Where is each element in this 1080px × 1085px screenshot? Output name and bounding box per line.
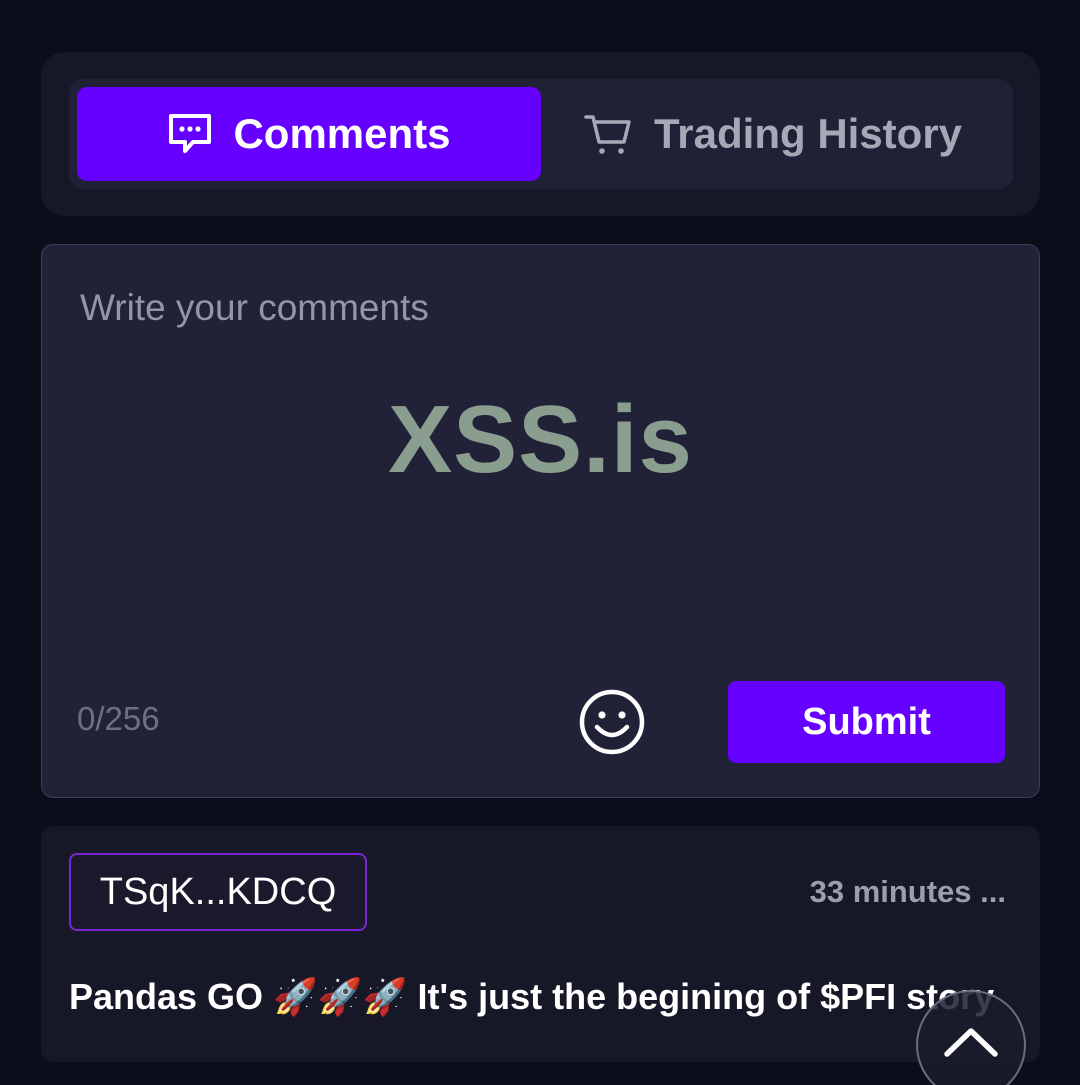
tabs-card: Comments Trading History [41,52,1040,216]
user-address-chip[interactable]: TSqK...KDCQ [69,853,367,931]
comment-timestamp: 33 minutes ... [809,874,1006,909]
submit-button[interactable]: Submit [728,681,1005,763]
page: Comments Trading History XSS.is 0/256 [0,0,1080,1085]
tab-bar: Comments Trading History [69,79,1013,189]
tab-trading-history[interactable]: Trading History [541,87,1005,181]
comment-input[interactable] [78,285,1002,609]
comment-composer: XSS.is 0/256 Submit [41,244,1040,798]
comment-item: TSqK...KDCQ 33 minutes ... Pandas GO 🚀🚀🚀… [41,826,1040,1062]
tab-trading-history-label: Trading History [653,110,963,157]
chevron-up-icon [943,1026,999,1063]
comment-text: Pandas GO 🚀🚀🚀 It's just the begining of … [69,976,995,1017]
comment-dots-icon [167,113,213,155]
cart-icon [584,112,634,156]
tab-comments-label: Comments [233,110,451,157]
smiley-icon[interactable] [578,688,646,756]
tab-comments[interactable]: Comments [77,87,541,181]
char-count: 0/256 [77,700,160,737]
